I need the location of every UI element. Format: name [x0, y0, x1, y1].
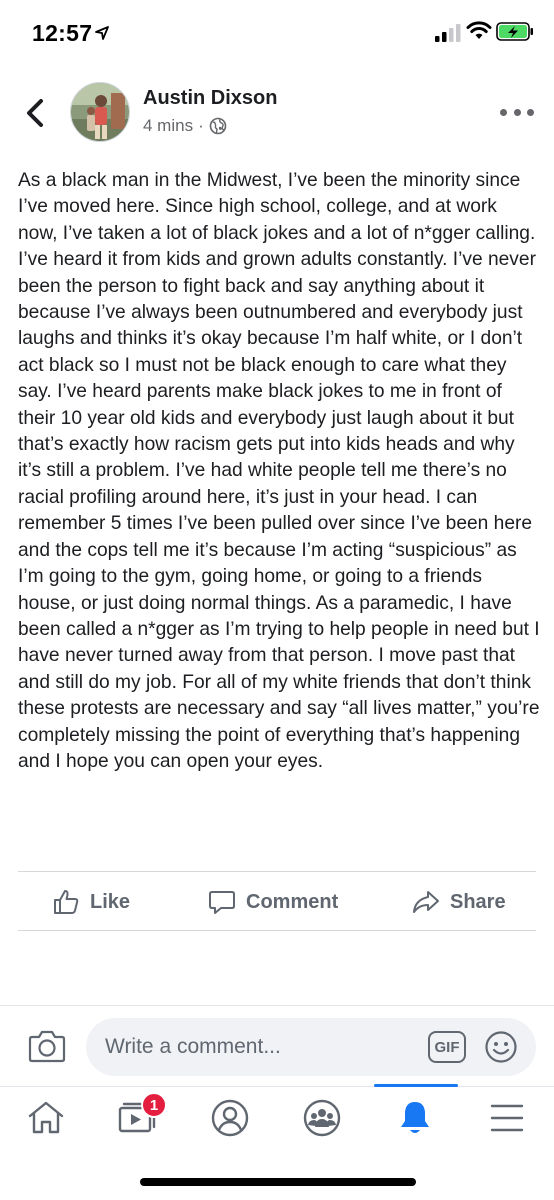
status-bar: 12:57	[0, 0, 554, 70]
nav-notifications[interactable]	[393, 1098, 437, 1138]
globe-icon	[209, 117, 227, 135]
like-button[interactable]: Like	[52, 884, 130, 920]
profile-photo	[71, 83, 129, 141]
divider	[18, 930, 536, 931]
post-body: As a black man in the Midwest, I’ve been…	[18, 170, 540, 772]
groups-icon	[303, 1099, 341, 1137]
share-icon	[413, 891, 439, 913]
camera-icon[interactable]	[28, 1028, 66, 1064]
notifications-icon	[401, 1102, 429, 1133]
post-time[interactable]: 4 mins	[143, 116, 193, 136]
back-button[interactable]	[20, 96, 50, 130]
nav-home[interactable]	[24, 1098, 68, 1138]
divider	[0, 1005, 554, 1006]
profile-icon	[211, 1099, 249, 1137]
like-label: Like	[90, 890, 131, 913]
comment-button[interactable]: Comment	[208, 884, 338, 920]
author-name[interactable]: Austin Dixson	[143, 87, 277, 110]
divider	[0, 1086, 554, 1087]
location-arrow-icon	[95, 26, 109, 40]
comment-icon	[209, 891, 235, 914]
menu-icon	[490, 1104, 524, 1132]
nav-groups[interactable]	[300, 1098, 344, 1138]
nav-profile[interactable]	[208, 1098, 252, 1138]
comment-label: Comment	[246, 890, 339, 913]
post-meta: 4 mins ·	[143, 116, 227, 136]
comment-input[interactable]: Write a comment...	[86, 1018, 536, 1076]
home-icon	[28, 1101, 64, 1134]
status-time: 12:57	[32, 20, 93, 46]
share-button[interactable]: Share	[412, 884, 506, 920]
meta-separator: ·	[198, 116, 204, 135]
thumbs-up-icon	[54, 890, 79, 914]
emoji-icon[interactable]	[484, 1030, 518, 1064]
cellular-signal-icon	[435, 24, 461, 42]
divider	[18, 871, 536, 872]
chevron-left-icon	[27, 99, 43, 127]
share-label: Share	[450, 890, 506, 913]
active-tab-indicator	[374, 1084, 458, 1087]
comment-placeholder: Write a comment...	[105, 1035, 281, 1058]
gif-button[interactable]: GIF	[428, 1031, 466, 1063]
dot	[513, 108, 521, 116]
battery-charging-icon	[496, 22, 533, 41]
avatar[interactable]	[70, 82, 130, 142]
more-options-button[interactable]	[500, 102, 534, 122]
home-indicator[interactable]	[140, 1178, 416, 1186]
wifi-icon	[466, 21, 492, 39]
dot	[500, 108, 507, 116]
nav-menu[interactable]	[485, 1098, 529, 1138]
notification-badge: 1	[141, 1092, 167, 1118]
dot	[527, 108, 534, 116]
